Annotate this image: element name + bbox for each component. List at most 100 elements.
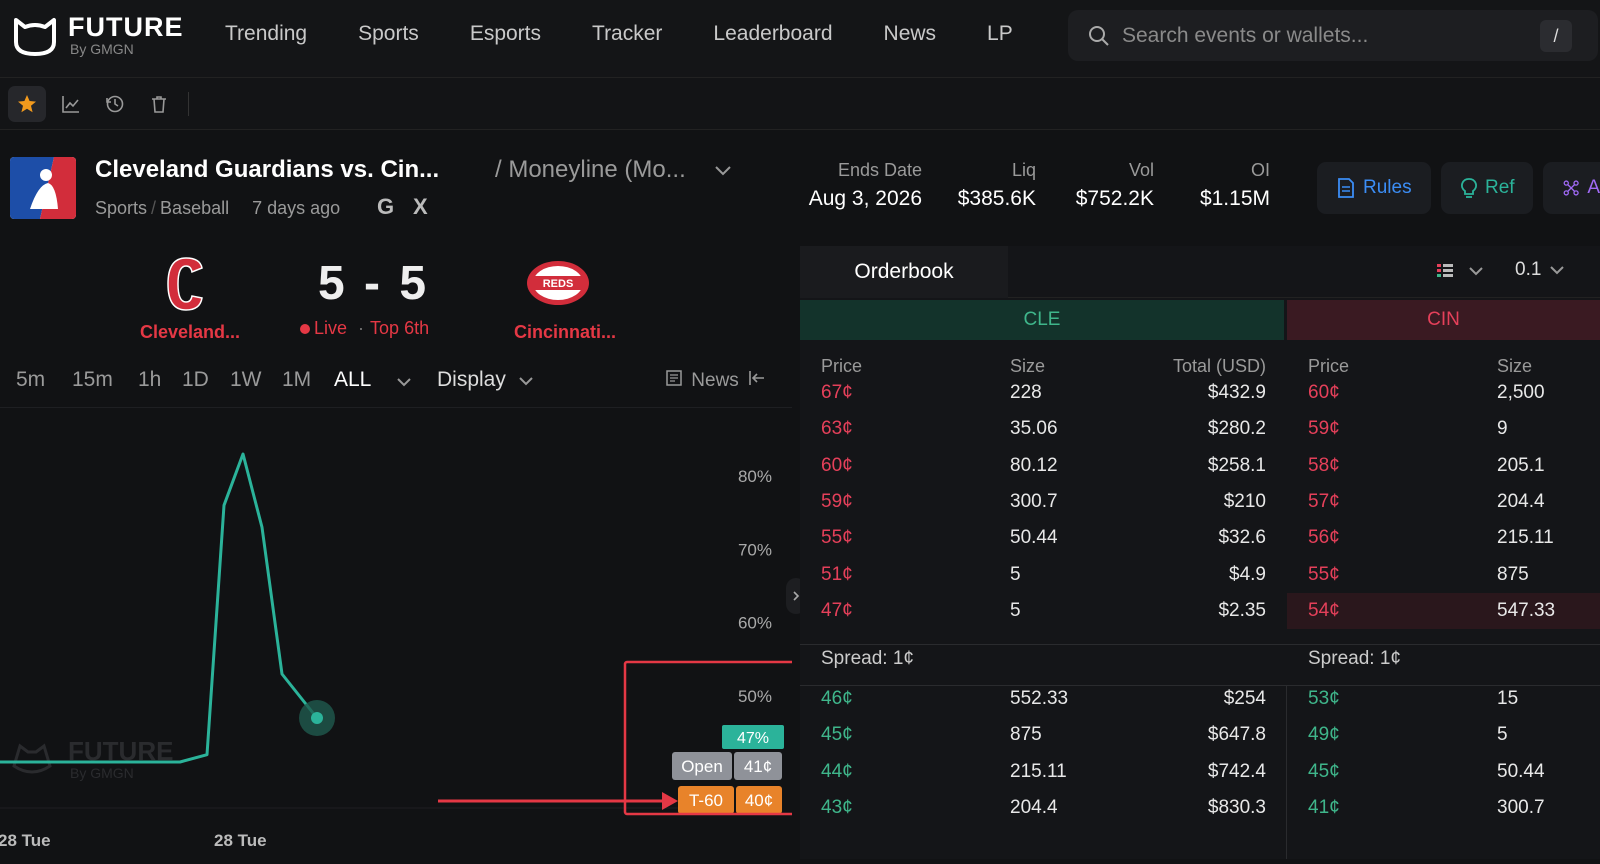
cle-bid-price[interactable]: 45¢ [821,717,853,753]
cle-ask-total[interactable]: $4.9 [1106,557,1266,593]
timeframe-1d[interactable]: 1D [182,368,209,392]
cin-ask-size[interactable]: 547.33 [1497,593,1555,629]
cle-bid-total[interactable]: $830.3 [1106,790,1266,826]
cle-ask-price[interactable]: 67¢ [821,375,853,411]
cin-ask-price[interactable]: 55¢ [1308,557,1340,593]
cin-ask-size[interactable]: 215.11 [1497,520,1554,556]
nav-leaderboard[interactable]: Leaderboard [713,22,832,46]
cin-ask-size[interactable]: 2,500 [1497,375,1545,411]
cle-ask-total[interactable]: $280.2 [1106,411,1266,447]
cle-ask-price[interactable]: 51¢ [821,557,853,593]
y-tick-label: 50% [738,687,772,706]
search-input[interactable] [1122,23,1522,48]
cle-ask-price[interactable]: 59¢ [821,484,853,520]
chart-button[interactable] [52,86,90,122]
cle-bid-size[interactable]: 215.11 [1010,754,1067,790]
timeframe-1m[interactable]: 1M [282,368,311,392]
nav-sports[interactable]: Sports [358,22,419,46]
cle-ask-total[interactable]: $32.6 [1106,520,1266,556]
timeframe-1h[interactable]: 1h [138,368,161,392]
home-team-name[interactable]: Cleveland... [140,322,240,343]
cin-bid-price[interactable]: 41¢ [1308,790,1340,826]
cin-bid-price[interactable]: 49¢ [1308,717,1340,753]
cin-ask-price[interactable]: 58¢ [1308,448,1340,484]
cin-bid-size[interactable]: 300.7 [1497,790,1545,826]
cle-ask-total[interactable]: $258.1 [1106,448,1266,484]
cle-ask-price[interactable]: 55¢ [821,520,853,556]
toolbar-divider [188,92,189,116]
nav-tracker[interactable]: Tracker [592,22,662,46]
nav-news[interactable]: News [884,22,937,46]
cin-ask-price[interactable]: 56¢ [1308,520,1340,556]
more-button[interactable]: A [1543,162,1600,214]
cin-ask-price[interactable]: 54¢ [1308,593,1340,629]
rules-button[interactable]: Rules [1317,162,1431,214]
nav-lp[interactable]: LP [987,22,1013,46]
cle-ask-size[interactable]: 35.06 [1010,411,1058,447]
cle-ask-total[interactable]: $432.9 [1106,375,1266,411]
nav-trending[interactable]: Trending [225,22,307,46]
cin-ask-size[interactable]: 204.4 [1497,484,1545,520]
cle-ask-price[interactable]: 63¢ [821,411,853,447]
cle-ask-price[interactable]: 60¢ [821,448,853,484]
cin-bid-size[interactable]: 15 [1497,681,1518,717]
market-selector[interactable]: / Moneyline (Mo... [495,156,732,184]
cin-bid-size[interactable]: 50.44 [1497,754,1545,790]
cle-ask-size[interactable]: 228 [1010,375,1042,411]
cle-ask-size[interactable]: 300.7 [1010,484,1058,520]
scoreboard: Cleveland... 5 - 5 Live · Top 6th REDS Ci… [0,246,792,358]
cin-bid-price[interactable]: 45¢ [1308,754,1340,790]
tick-size-dropdown[interactable]: 0.1 [1515,259,1565,281]
cle-ask-size[interactable]: 5 [1010,557,1021,593]
cin-side-header[interactable]: CIN [1287,300,1600,340]
event-title[interactable]: Cleveland Guardians vs. Cin... [95,156,439,184]
search-box[interactable]: / [1068,10,1598,61]
timeframe-all[interactable]: ALL [334,368,371,392]
cle-ask-size[interactable]: 5 [1010,593,1021,629]
ref-button[interactable]: Ref [1441,162,1533,214]
favorite-button[interactable] [8,86,46,122]
history-button[interactable] [96,86,134,122]
cle-bid-size[interactable]: 875 [1010,717,1042,753]
breadcrumb-baseball[interactable]: Baseball [160,198,229,218]
cle-bid-price[interactable]: 44¢ [821,754,853,790]
cin-bid-size[interactable]: 5 [1497,717,1508,753]
cin-ask-price[interactable]: 57¢ [1308,484,1340,520]
cle-ask-size[interactable]: 50.44 [1010,520,1058,556]
display-dropdown[interactable]: Display [437,368,534,392]
current-point[interactable] [311,712,323,724]
cle-bid-total[interactable]: $742.4 [1106,754,1266,790]
google-icon[interactable]: G [377,194,394,220]
cle-ask-size[interactable]: 80.12 [1010,448,1058,484]
cle-bid-total[interactable]: $647.8 [1106,717,1266,753]
view-mode-dropdown[interactable] [1436,262,1484,280]
cin-ask-size[interactable]: 9 [1497,411,1508,447]
cin-ask-price[interactable]: 59¢ [1308,411,1340,447]
timeframe-15m[interactable]: 15m [72,368,113,392]
nav-esports[interactable]: Esports [470,22,541,46]
cle-ask-total[interactable]: $2.35 [1106,593,1266,629]
cle-bid-size[interactable]: 552.33 [1010,681,1068,717]
news-toggle[interactable]: News [666,370,766,392]
cin-ask-price[interactable]: 60¢ [1308,375,1340,411]
timeframe-1w[interactable]: 1W [230,368,262,392]
cle-bid-total[interactable]: $254 [1106,681,1266,717]
logo[interactable]: FUTURE By GMGN [12,14,184,56]
cle-bid-size[interactable]: 204.4 [1010,790,1058,826]
cle-bid-price[interactable]: 46¢ [821,681,853,717]
timeframe-5m[interactable]: 5m [16,368,45,392]
cle-ask-total[interactable]: $210 [1106,484,1266,520]
cle-bid-price[interactable]: 43¢ [821,790,853,826]
trash-button[interactable] [140,86,178,122]
tab-orderbook[interactable]: Orderbook [800,246,1008,298]
cle-ask-price[interactable]: 47¢ [821,593,853,629]
x-icon[interactable]: X [413,194,428,220]
cin-ask-size[interactable]: 205.1 [1497,448,1545,484]
cin-bid-price[interactable]: 53¢ [1308,681,1340,717]
cle-side-header[interactable]: CLE [800,300,1284,340]
chevron-down-icon[interactable] [396,377,412,387]
cin-ask-size[interactable]: 875 [1497,557,1529,593]
away-team-name[interactable]: Cincinnati... [514,322,616,343]
price-chart[interactable]: FUTURE By GMGN 80% 70% 60% 50% 28 Tue 28 Tue 47%… [0,408,808,859]
breadcrumb-sports[interactable]: Sports [95,198,147,218]
